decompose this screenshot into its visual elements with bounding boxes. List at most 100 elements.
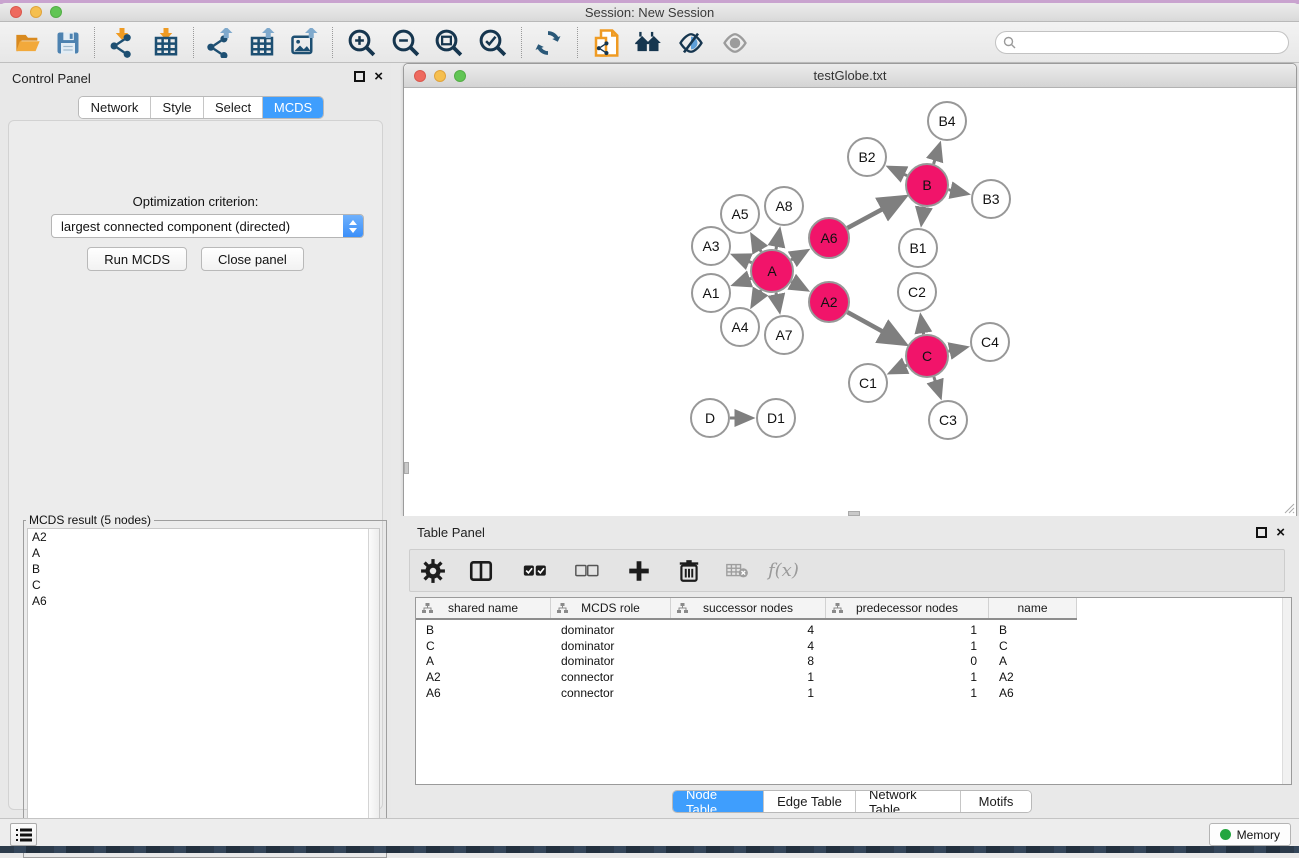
node-A4[interactable]: A4 xyxy=(721,308,759,346)
node-A6[interactable]: A6 xyxy=(809,218,849,258)
edge-C-C2[interactable] xyxy=(921,317,924,335)
open-file-icon[interactable] xyxy=(10,26,46,60)
node-A5[interactable]: A5 xyxy=(721,195,759,233)
edge-A-A8[interactable] xyxy=(776,231,779,250)
edge-A-A3[interactable] xyxy=(734,255,752,262)
node-B1[interactable]: B1 xyxy=(899,229,937,267)
mcds-result-item[interactable]: A6 xyxy=(28,593,379,609)
node-C4[interactable]: C4 xyxy=(971,323,1009,361)
node-A2[interactable]: A2 xyxy=(809,282,849,322)
node-B[interactable]: B xyxy=(906,164,948,206)
zoom-in-icon[interactable] xyxy=(344,26,380,60)
edge-C-C3[interactable] xyxy=(934,377,940,396)
close-panel-button[interactable]: Close panel xyxy=(201,247,304,271)
table-row[interactable]: A6connector11A6 xyxy=(416,685,1077,701)
eye-icon[interactable] xyxy=(717,26,753,60)
edge-B-B4[interactable] xyxy=(934,145,940,164)
edge-A-A4[interactable] xyxy=(752,290,761,305)
tab-style[interactable]: Style xyxy=(151,97,204,118)
select-all-icon[interactable] xyxy=(518,556,548,586)
tab-network[interactable]: Network xyxy=(79,97,151,118)
tab-motifs[interactable]: Motifs xyxy=(961,791,1031,812)
node-C1[interactable]: C1 xyxy=(849,364,887,402)
save-session-icon[interactable] xyxy=(50,26,86,60)
tab-edge-table[interactable]: Edge Table xyxy=(764,791,856,812)
edge-B-B2[interactable] xyxy=(890,168,907,176)
tab-mcds[interactable]: MCDS xyxy=(263,97,323,118)
delete-column-icon[interactable] xyxy=(676,556,702,586)
edge-A-A5[interactable] xyxy=(752,236,761,252)
mcds-result-list[interactable]: A2ABCA6 xyxy=(27,528,380,853)
export-image-icon[interactable] xyxy=(287,26,323,60)
home-icon[interactable] xyxy=(630,26,666,60)
mcds-result-item[interactable]: B xyxy=(28,561,379,577)
tab-network-table[interactable]: Network Table xyxy=(856,791,961,812)
edge-B-B3[interactable] xyxy=(948,190,966,194)
table-scrollbar[interactable] xyxy=(1282,598,1291,784)
node-A7[interactable]: A7 xyxy=(765,316,803,354)
edge-B-B1[interactable] xyxy=(922,207,924,223)
edge-A-A6[interactable] xyxy=(791,251,806,260)
mcds-result-item[interactable]: C xyxy=(28,577,379,593)
tab-node-table[interactable]: Node Table xyxy=(673,791,764,812)
node-A3[interactable]: A3 xyxy=(692,227,730,265)
columns-icon[interactable] xyxy=(468,556,494,586)
node-D1[interactable]: D1 xyxy=(757,399,795,437)
table-row[interactable]: Adominator80A xyxy=(416,653,1077,669)
vertical-scroll-thumb[interactable] xyxy=(404,462,409,474)
column-header-MCDS-role[interactable]: MCDS role xyxy=(551,598,671,618)
node-B3[interactable]: B3 xyxy=(972,180,1010,218)
float-panel-icon[interactable] xyxy=(354,71,365,82)
edge-A2-C[interactable] xyxy=(847,312,903,343)
node-A8[interactable]: A8 xyxy=(765,187,803,225)
edge-C-C1[interactable] xyxy=(891,365,907,372)
edge-A-A7[interactable] xyxy=(776,293,779,311)
task-history-button[interactable] xyxy=(10,823,37,846)
node-A[interactable]: A xyxy=(751,250,793,292)
table-close-panel-icon[interactable]: × xyxy=(1276,527,1285,538)
refresh-icon[interactable] xyxy=(530,26,566,60)
column-header-name[interactable]: name xyxy=(989,598,1077,618)
zoom-out-icon[interactable] xyxy=(388,26,424,60)
node-D[interactable]: D xyxy=(691,399,729,437)
network-graph[interactable]: A A1 A2 A3 A4 A5 A6 A7 A8 B B1 B2 B3 B4 C C1 C2 C3 C4 D D1 xyxy=(404,89,1296,516)
node-C[interactable]: C xyxy=(906,335,948,377)
network-from-file-icon[interactable] xyxy=(588,26,624,60)
zoom-selected-icon[interactable] xyxy=(475,26,511,60)
mcds-result-item[interactable]: A xyxy=(28,545,379,561)
close-panel-icon[interactable]: × xyxy=(374,71,383,82)
tab-select[interactable]: Select xyxy=(204,97,263,118)
table-row[interactable]: A2connector11A2 xyxy=(416,669,1077,685)
run-mcds-button[interactable]: Run MCDS xyxy=(87,247,187,271)
network-canvas[interactable]: A A1 A2 A3 A4 A5 A6 A7 A8 B B1 B2 B3 B4 C C1 C2 C3 C4 D D1 xyxy=(404,89,1296,516)
node-C3[interactable]: C3 xyxy=(929,401,967,439)
table-float-panel-icon[interactable] xyxy=(1256,527,1267,538)
node-A1[interactable]: A1 xyxy=(692,274,730,312)
node-B2[interactable]: B2 xyxy=(848,138,886,176)
table-row[interactable]: Bdominator41B xyxy=(416,622,1077,638)
table-row[interactable]: Cdominator41C xyxy=(416,638,1077,654)
edge-A-A2[interactable] xyxy=(791,282,806,290)
node-C2[interactable]: C2 xyxy=(898,273,936,311)
zoom-fit-icon[interactable] xyxy=(431,26,467,60)
export-table-icon[interactable] xyxy=(244,26,280,60)
import-table-icon[interactable] xyxy=(148,26,184,60)
deselect-all-icon[interactable] xyxy=(570,556,600,586)
memory-button[interactable]: Memory xyxy=(1209,823,1291,846)
node-B4[interactable]: B4 xyxy=(928,102,966,140)
column-header-predecessor-nodes[interactable]: predecessor nodes xyxy=(826,598,989,618)
criterion-select[interactable]: largest connected component (directed) xyxy=(51,214,364,238)
resize-grip-icon[interactable] xyxy=(1282,501,1295,514)
export-network-icon[interactable] xyxy=(202,26,238,60)
mcds-result-item[interactable]: A2 xyxy=(28,529,379,545)
column-header-shared-name[interactable]: shared name xyxy=(416,598,551,618)
node-table[interactable]: shared nameMCDS rolesuccessor nodesprede… xyxy=(415,597,1292,785)
search-field[interactable] xyxy=(995,31,1289,54)
show-hide-panels-icon[interactable] xyxy=(673,26,709,60)
network-window-titlebar[interactable]: testGlobe.txt xyxy=(404,64,1296,88)
edge-A-A1[interactable] xyxy=(735,278,752,284)
add-column-icon[interactable] xyxy=(626,556,652,586)
mcds-list-scrollbar[interactable] xyxy=(368,529,379,852)
edge-A6-B[interactable] xyxy=(847,198,903,228)
search-input[interactable] xyxy=(1020,36,1270,50)
